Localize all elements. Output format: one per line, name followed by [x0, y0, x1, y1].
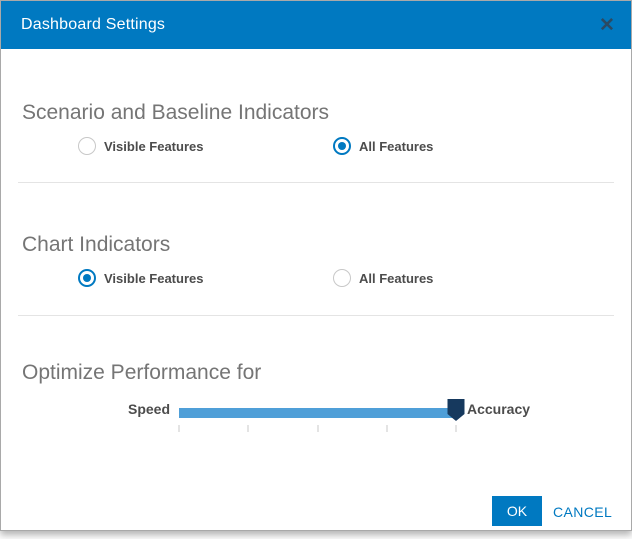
slider-tick: [248, 425, 249, 432]
slider-ticks: [179, 425, 456, 433]
section-heading-chart-indicators: Chart Indicators: [22, 233, 170, 257]
performance-slider-handle[interactable]: [448, 399, 465, 421]
section-divider: [18, 182, 614, 183]
dashboard-settings-dialog: Dashboard Settings ✕ Scenario and Baseli…: [0, 0, 632, 531]
ok-button[interactable]: OK: [492, 496, 542, 526]
slider-tick: [386, 425, 387, 432]
slider-tick: [179, 425, 180, 432]
performance-slider-track[interactable]: [179, 408, 456, 418]
radio-label: All Features: [359, 139, 433, 154]
slider-max-label: Accuracy: [467, 401, 530, 417]
radio-label: All Features: [359, 271, 433, 286]
dashboard-settings-dialog-stage: Dashboard Settings ✕ Scenario and Baseli…: [0, 0, 632, 539]
radio-scenario-visible-features[interactable]: Visible Features: [78, 137, 203, 155]
slider-tick: [456, 425, 457, 432]
radio-label: Visible Features: [104, 271, 203, 286]
dialog-title: Dashboard Settings: [21, 1, 165, 49]
slider-tick: [317, 425, 318, 432]
radio-chart-all-features[interactable]: All Features: [333, 269, 433, 287]
dialog-header: Dashboard Settings ✕: [1, 1, 631, 49]
radio-label: Visible Features: [104, 139, 203, 154]
cancel-button[interactable]: CANCEL: [553, 504, 612, 520]
section-heading-scenario-baseline: Scenario and Baseline Indicators: [22, 101, 329, 125]
section-heading-optimize-performance: Optimize Performance for: [22, 361, 261, 385]
radio-button-icon: [78, 269, 96, 287]
section-divider: [18, 315, 614, 316]
radio-chart-visible-features[interactable]: Visible Features: [78, 269, 203, 287]
close-icon: ✕: [599, 14, 615, 37]
close-button[interactable]: ✕: [593, 11, 621, 39]
radio-scenario-all-features[interactable]: All Features: [333, 137, 433, 155]
radio-button-icon: [333, 137, 351, 155]
radio-button-icon: [78, 137, 96, 155]
slider-min-label: Speed: [1, 401, 170, 417]
radio-button-icon: [333, 269, 351, 287]
